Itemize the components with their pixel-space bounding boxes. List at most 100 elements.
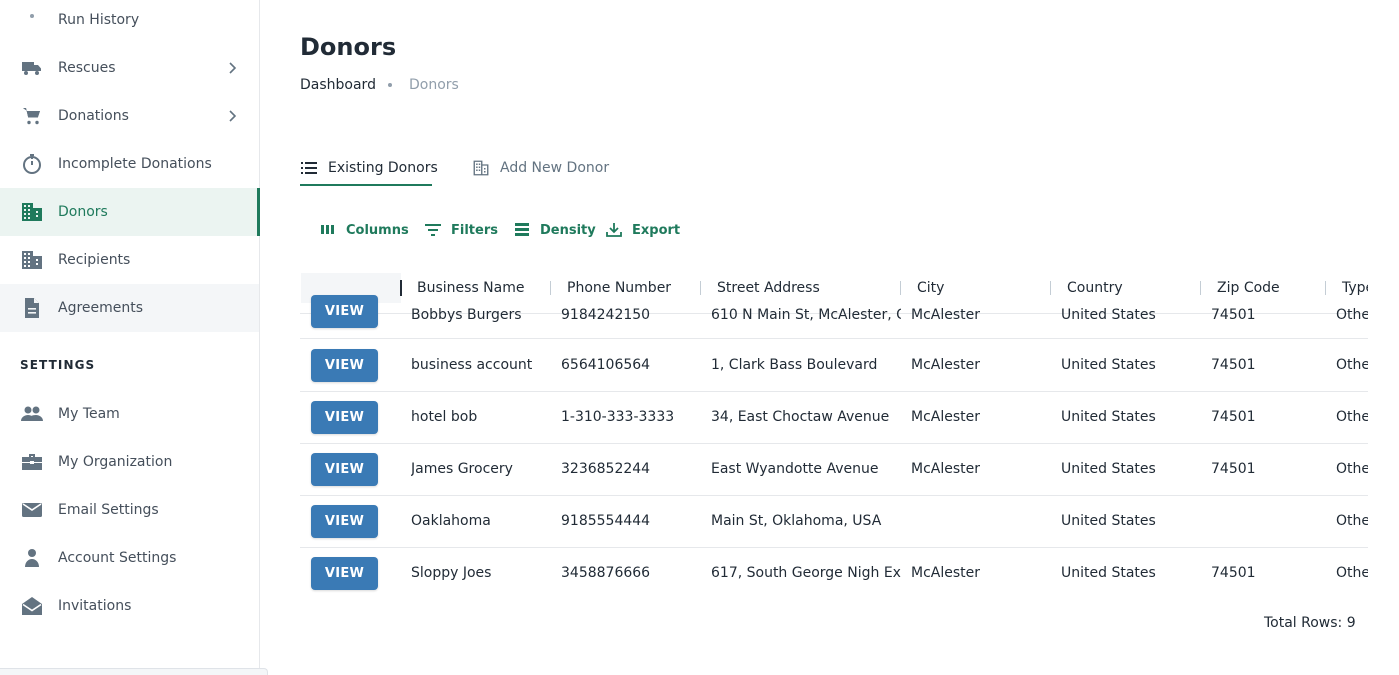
sidebar-item-label: Rescues	[58, 60, 116, 76]
column-separator[interactable]	[900, 281, 901, 295]
briefcase-icon	[20, 450, 44, 474]
view-button[interactable]: VIEW	[311, 453, 378, 486]
envelope-icon	[20, 498, 44, 522]
sidebar-item-account-settings[interactable]: Account Settings	[0, 534, 259, 582]
sidebar-item-email-settings[interactable]: Email Settings	[0, 486, 259, 534]
sidebar-item-label: Incomplete Donations	[58, 156, 212, 172]
cart-icon	[20, 104, 44, 128]
cell-type: Other	[1336, 461, 1368, 477]
cell-country: United States	[1061, 513, 1156, 529]
breadcrumb-separator	[388, 83, 392, 87]
cell-phone-number: 3458876666	[561, 565, 651, 581]
building-icon	[20, 200, 44, 224]
cell-city: McAlester	[911, 461, 981, 477]
filters-button[interactable]: Filters	[423, 218, 498, 242]
view-button[interactable]: VIEW	[311, 349, 378, 382]
page-title: Donors	[300, 33, 397, 61]
envelope-open-icon	[20, 594, 44, 618]
sidebar-item-donations[interactable]: Donations	[0, 92, 259, 140]
table-row: VIEW Sloppy Joes 3458876666 617, South G…	[300, 548, 1368, 598]
columns-button[interactable]: Columns	[318, 218, 409, 242]
column-separator[interactable]	[1200, 281, 1201, 295]
columns-label: Columns	[346, 222, 409, 238]
cell-zip-code	[1211, 496, 1321, 547]
donors-table: Business Name Phone Number Street Addres…	[300, 272, 1368, 598]
sidebar-item-recipients[interactable]: Recipients	[0, 236, 259, 284]
sidebar-item-invitations[interactable]: Invitations	[0, 582, 259, 630]
sidebar-item-label: Donations	[58, 108, 129, 124]
table-row: VIEW hotel bob 1-310-333-3333 34, East C…	[300, 392, 1368, 444]
cell-zip-code: 74501	[1211, 461, 1256, 477]
filters-label: Filters	[451, 222, 498, 238]
download-icon	[604, 220, 624, 240]
building-icon	[472, 159, 490, 177]
cell-business-name: business account	[411, 357, 533, 373]
cell-phone-number: 9185554444	[561, 513, 651, 529]
view-button[interactable]: VIEW	[311, 505, 378, 538]
density-button[interactable]: Density	[512, 218, 596, 242]
view-button[interactable]: VIEW	[311, 401, 378, 434]
cell-street-address: 34, East Choctaw Avenue	[711, 409, 890, 425]
table-row: VIEW business account 6564106564 1, Clar…	[300, 340, 1368, 392]
truck-icon	[20, 56, 44, 80]
cell-country: United States	[1061, 461, 1156, 477]
sidebar-item-agreements[interactable]: Agreements	[0, 284, 259, 332]
cell-city: McAlester	[911, 565, 981, 581]
sidebar-item-my-team[interactable]: My Team	[0, 390, 259, 438]
breadcrumb-dashboard[interactable]: Dashboard	[300, 77, 376, 93]
sidebar-item-donors[interactable]: Donors	[0, 188, 260, 236]
filter-icon	[423, 220, 443, 240]
cell-country: United States	[1061, 565, 1156, 581]
view-button[interactable]: VIEW	[311, 295, 378, 328]
cell-street-address: 1, Clark Bass Boulevard	[711, 357, 878, 373]
cell-type: Other	[1336, 565, 1368, 581]
sidebar-item-label: Donors	[58, 204, 108, 220]
cell-type: Other	[1336, 307, 1368, 323]
cell-phone-number: 1-310-333-3333	[561, 409, 675, 425]
sidebar: Run History Rescues Donations Incomplete…	[0, 0, 268, 675]
sidebar-item-incomplete-donations[interactable]: Incomplete Donations	[0, 140, 259, 188]
timer-icon	[20, 152, 44, 176]
chevron-right-icon	[222, 58, 242, 78]
sidebar-item-label: Run History	[58, 12, 140, 28]
cell-zip-code: 74501	[1211, 357, 1256, 373]
cell-city: McAlester	[911, 307, 981, 323]
view-button[interactable]: VIEW	[311, 557, 378, 590]
cell-street-address: 610 N Main St, McAlester, OK	[711, 307, 901, 323]
cell-zip-code: 74501	[1211, 565, 1256, 581]
sidebar-item-label: My Team	[58, 406, 120, 422]
document-icon	[20, 296, 44, 320]
column-separator[interactable]	[550, 281, 551, 295]
sidebar-item-label: Agreements	[58, 300, 144, 316]
export-button[interactable]: Export	[604, 218, 680, 242]
tab-label: Add New Donor	[500, 160, 610, 176]
person-icon	[20, 546, 44, 570]
cell-city: McAlester	[911, 409, 981, 425]
sidebar-item-my-organization[interactable]: My Organization	[0, 438, 259, 486]
table-row: VIEW Bobbys Burgers 9184242150 610 N Mai…	[300, 295, 1368, 339]
sidebar-item-rescues[interactable]: Rescues	[0, 44, 259, 92]
cell-phone-number: 9184242150	[561, 307, 651, 323]
density-label: Density	[540, 222, 596, 238]
cell-street-address: East Wyandotte Avenue	[711, 461, 879, 477]
column-resize-handle[interactable]	[400, 280, 402, 296]
sidebar-item-run-history[interactable]: Run History	[0, 0, 259, 44]
tab-add-new-donor[interactable]: Add New Donor	[472, 150, 609, 186]
cell-country: United States	[1061, 357, 1156, 373]
sidebar-item-label: Account Settings	[58, 550, 177, 566]
settings-heading: SETTINGS	[20, 358, 96, 372]
cell-business-name: James Grocery	[411, 461, 513, 477]
column-separator[interactable]	[1050, 281, 1051, 295]
cell-business-name: hotel bob	[411, 409, 478, 425]
column-separator[interactable]	[1325, 281, 1326, 295]
cell-type: Other	[1336, 357, 1368, 373]
cell-business-name: Oaklahoma	[411, 513, 491, 529]
cell-business-name: Sloppy Joes	[411, 565, 492, 581]
tab-existing-donors[interactable]: Existing Donors	[300, 150, 438, 186]
building-icon	[20, 248, 44, 272]
cell-zip-code: 74501	[1211, 307, 1256, 323]
cell-city: McAlester	[911, 357, 981, 373]
column-separator[interactable]	[700, 281, 701, 295]
sidebar-item-label: Invitations	[58, 598, 132, 614]
chevron-right-icon	[222, 106, 242, 126]
